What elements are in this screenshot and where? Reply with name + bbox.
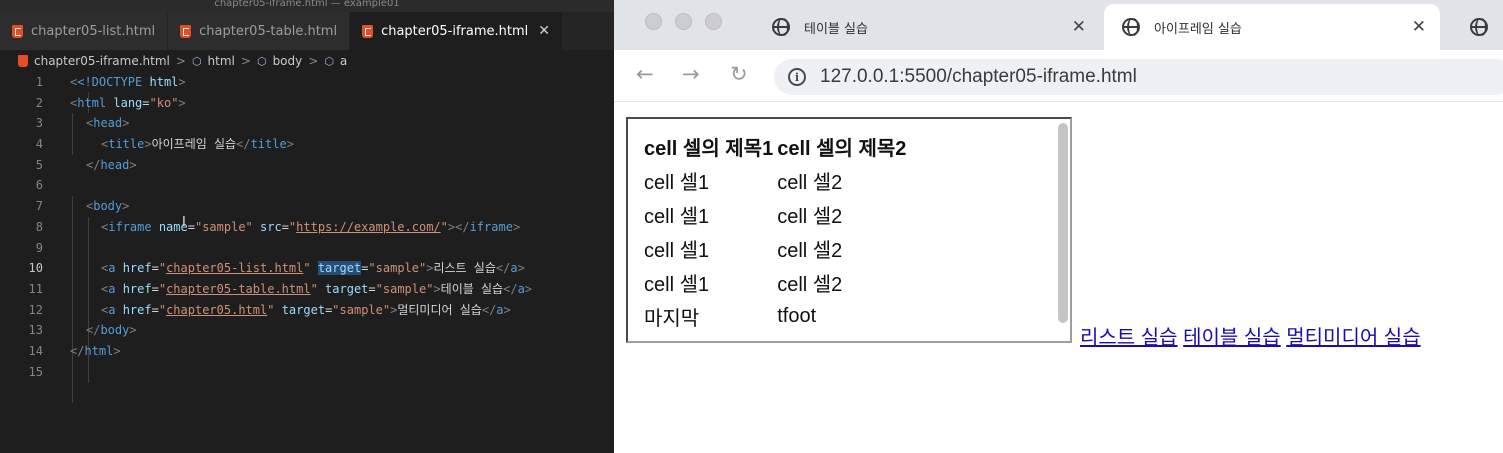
- breadcrumb-separator: >: [308, 54, 319, 68]
- table-row: cell 셀1 cell 셀2: [644, 265, 906, 299]
- globe-icon: [1470, 18, 1488, 36]
- element-icon: ⬡: [324, 54, 334, 68]
- globe-icon: [772, 18, 790, 36]
- page-viewport: cell 셀의 제목1 cell 셀의 제목2 cell 셀1 cell 셀2 …: [614, 103, 1503, 453]
- url-text[interactable]: 127.0.0.1:5500/chapter05-iframe.html: [820, 66, 1137, 88]
- code-line: 9: [35, 240, 43, 255]
- code-line: 4 <title>아이프레임 실습</title>: [35, 137, 294, 152]
- code-line: 8 <iframe name="sample" src="https://exam…: [35, 219, 521, 234]
- code-area[interactable]: 1 <<!DOCTYPE html> 2 <html lang="ko"> 3 <he…: [0, 72, 614, 403]
- browser-tab-label: 아이프레임 실습: [1154, 21, 1242, 37]
- browser-window: 테이블 실습 ✕ 아이프레임 실습 ✕ ← → ↻ i 127.0.0.1:55…: [614, 0, 1503, 453]
- code-line: 12 <a href="chapter05.html" target="sampl…: [28, 302, 511, 317]
- table-header: cell 셀의 제목1: [644, 137, 774, 160]
- iframe-table: cell 셀의 제목1 cell 셀의 제목2 cell 셀1 cell 셀2 …: [640, 129, 910, 333]
- browser-tab-strip: 테이블 실습 ✕ 아이프레임 실습 ✕: [614, 0, 1503, 50]
- table-cell: cell 셀2: [777, 171, 843, 194]
- table-cell: cell 셀1: [644, 205, 710, 228]
- html5-icon: [12, 24, 23, 38]
- tab-chapter05-list[interactable]: chapter05-list.html: [0, 12, 169, 50]
- link-list-practice[interactable]: 리스트 실습: [1080, 327, 1178, 349]
- html5-icon: [362, 24, 374, 38]
- code-line: 14 </html>: [28, 343, 121, 358]
- table-cell: cell 셀2: [777, 205, 843, 228]
- info-icon[interactable]: i: [788, 68, 806, 86]
- table-cell: cell 셀2: [777, 239, 843, 262]
- browser-toolbar: ← → ↻ i 127.0.0.1:5500/chapter05-iframe.…: [614, 50, 1503, 102]
- breadcrumb-html[interactable]: html: [208, 54, 235, 68]
- table-row: cell 셀1 cell 셀2: [644, 197, 906, 231]
- code-line: 15: [28, 364, 43, 379]
- window-maximize-button[interactable]: [705, 13, 722, 30]
- table-cell: cell 셀2: [777, 273, 843, 296]
- window-title: chapter05-iframe.html — example01: [0, 0, 614, 12]
- reload-button[interactable]: ↻: [730, 62, 748, 86]
- code-line: 13 </body>: [28, 323, 137, 338]
- tab-label: chapter05-table.html: [199, 23, 338, 39]
- tab-chapter05-iframe[interactable]: chapter05-iframe.html ✕: [350, 12, 563, 50]
- link-table-practice[interactable]: 테이블 실습: [1183, 327, 1281, 349]
- element-icon: ⬡: [191, 54, 202, 68]
- code-line: 6: [35, 178, 43, 193]
- breadcrumb-a[interactable]: a: [340, 54, 347, 68]
- breadcrumb-separator: >: [175, 54, 186, 68]
- browser-tab-table[interactable]: 테이블 실습 ✕: [764, 4, 1100, 50]
- link-group: 리스트 실습 테이블 실습 멀티미디어 실습: [1080, 321, 1421, 350]
- forward-button[interactable]: →: [682, 62, 700, 86]
- code-line: 2 <html lang="ko">: [35, 95, 186, 110]
- code-line: 5 </head>: [35, 157, 137, 172]
- table-cell: 마지막: [644, 307, 700, 330]
- close-icon[interactable]: ✕: [538, 23, 550, 39]
- tab-label: chapter05-list.html: [31, 23, 156, 39]
- breadcrumb-file[interactable]: chapter05-iframe.html: [34, 54, 170, 68]
- tab-label: chapter05-iframe.html: [381, 23, 529, 39]
- browser-tab-label: 테이블 실습: [804, 21, 868, 37]
- table-cell: cell 셀1: [644, 239, 710, 262]
- globe-icon: [1122, 18, 1140, 36]
- table-header-row: cell 셀의 제목1 cell 셀의 제목2: [644, 129, 906, 163]
- code-line: 11 <a href="chapter05-table.html" target=…: [28, 281, 533, 296]
- close-icon[interactable]: ✕: [1072, 17, 1086, 37]
- html5-icon: [18, 55, 28, 67]
- breadcrumb-body[interactable]: body: [273, 54, 303, 68]
- code-line: 10 <a href="chapter05-list.html" target="…: [28, 261, 525, 276]
- breadcrumb-separator: >: [240, 54, 251, 68]
- text-cursor-icon: I: [182, 215, 186, 230]
- editor-tab-bar: chapter05-list.html chapter05-table.html…: [0, 12, 614, 50]
- iframe-sample[interactable]: cell 셀의 제목1 cell 셀의 제목2 cell 셀1 cell 셀2 …: [626, 117, 1072, 343]
- back-button[interactable]: ←: [636, 62, 654, 86]
- table-cell: cell 셀1: [644, 273, 710, 296]
- table-row: cell 셀1 cell 셀2: [644, 163, 906, 197]
- table-cell: cell 셀1: [644, 171, 710, 194]
- browser-tab-iframe[interactable]: 아이프레임 실습 ✕: [1104, 4, 1440, 50]
- table-header: cell 셀의 제목2: [777, 137, 907, 160]
- html5-icon: [180, 24, 192, 38]
- code-line: 1 <<!DOCTYPE html>: [35, 75, 186, 89]
- code-editor: chapter05-iframe.html — example01 chapte…: [0, 0, 614, 453]
- window-close-button[interactable]: [645, 13, 662, 30]
- table-cell: tfoot: [777, 304, 817, 327]
- breadcrumb: chapter05-iframe.html > ⬡ html > ⬡ body …: [0, 50, 614, 72]
- link-multimedia-practice[interactable]: 멀티미디어 실습: [1286, 327, 1420, 349]
- element-icon: ⬡: [256, 54, 267, 68]
- iframe-scrollbar[interactable]: [1058, 123, 1068, 323]
- window-minimize-button[interactable]: [675, 13, 692, 30]
- code-line: 3 <head>: [35, 116, 130, 131]
- table-row: cell 셀1 cell 셀2: [644, 231, 906, 265]
- code-line: 7 <body>: [35, 199, 130, 214]
- tab-chapter05-table[interactable]: chapter05-table.html: [168, 12, 351, 50]
- address-bar[interactable]: i 127.0.0.1:5500/chapter05-iframe.html: [774, 59, 1503, 95]
- browser-tab-partial[interactable]: [1470, 4, 1503, 50]
- table-footer-row: 마지막 tfoot: [644, 299, 906, 333]
- close-icon[interactable]: ✕: [1412, 17, 1426, 37]
